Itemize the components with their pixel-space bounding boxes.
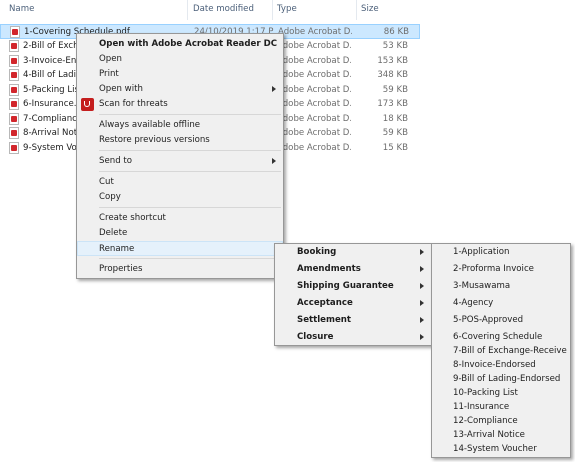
file-size: 86 KB — [383, 27, 409, 37]
file-type: Adobe Acrobat D... — [277, 41, 351, 51]
pdf-file-icon — [10, 26, 20, 38]
rename-option[interactable]: 13-Arrival Notice — [432, 428, 570, 443]
menu-divider — [99, 114, 281, 115]
menu-send-to[interactable]: Send to — [77, 154, 283, 169]
menu-divider — [99, 207, 281, 208]
menu-delete[interactable]: Delete — [77, 226, 283, 241]
category-submenu: Booking Amendments Shipping Guarantee Ac… — [274, 243, 432, 346]
menu-properties[interactable]: Properties — [77, 262, 283, 277]
pdf-file-icon — [9, 69, 19, 81]
file-size: 53 KB — [382, 41, 408, 51]
file-type: Adobe Acrobat D... — [278, 27, 352, 37]
menu-open[interactable]: Open — [77, 52, 283, 67]
chevron-right-icon — [420, 317, 424, 323]
context-menu: Open with Adobe Acrobat Reader DC Open P… — [76, 33, 284, 279]
pdf-file-icon — [9, 127, 19, 139]
rename-option[interactable]: 3-Musawama — [432, 279, 570, 294]
pdf-file-icon — [9, 83, 19, 96]
menu-rename[interactable]: Rename — [77, 241, 283, 256]
file-size: 18 KB — [382, 113, 408, 124]
column-type[interactable]: Type — [277, 4, 297, 14]
rename-option[interactable]: 5-POS-Approved — [432, 313, 570, 328]
submenu-acceptance[interactable]: Acceptance — [275, 296, 431, 311]
file-size: 15 KB — [382, 142, 408, 153]
menu-divider — [99, 171, 281, 172]
column-divider[interactable] — [272, 0, 273, 20]
shield-icon — [81, 98, 94, 111]
file-type: Adobe Acrobat D... — [277, 70, 351, 80]
pdf-file-icon — [9, 141, 19, 154]
menu-always-available-offline[interactable]: Always available offline — [77, 118, 283, 133]
rename-option[interactable]: 6-Covering Schedule — [432, 330, 570, 345]
file-type: Adobe Acrobat D... — [277, 142, 351, 153]
chevron-right-icon — [420, 300, 424, 306]
rename-option[interactable]: 4-Agency — [432, 296, 570, 311]
rename-option[interactable]: 11-Insurance — [432, 400, 570, 415]
menu-open-with-acrobat[interactable]: Open with Adobe Acrobat Reader DC — [77, 37, 283, 52]
submenu-amendments[interactable]: Amendments — [275, 262, 431, 277]
chevron-right-icon — [420, 283, 424, 289]
submenu-closure[interactable]: Closure — [275, 330, 431, 345]
rename-option[interactable]: 1-Application — [432, 245, 570, 260]
rename-option[interactable]: 14-System Voucher — [432, 442, 570, 457]
file-size: 59 KB — [382, 128, 408, 138]
menu-divider — [99, 150, 281, 151]
menu-copy[interactable]: Copy — [77, 190, 283, 205]
column-size[interactable]: Size — [361, 4, 379, 14]
column-divider[interactable] — [187, 0, 188, 20]
submenu-booking[interactable]: Booking — [275, 245, 431, 260]
menu-open-with[interactable]: Open with — [77, 82, 283, 97]
file-size: 153 KB — [377, 55, 408, 66]
column-header: Name Date modified Type Size — [0, 0, 575, 20]
rename-option[interactable]: 9-Bill of Lading-Endorsed — [432, 372, 570, 387]
file-size: 59 KB — [382, 84, 408, 95]
rename-option[interactable]: 12-Compliance — [432, 414, 570, 429]
rename-option[interactable]: 8-Invoice-Endorsed — [432, 358, 570, 373]
file-type: Adobe Acrobat D... — [277, 55, 351, 66]
file-type: Adobe Acrobat D... — [277, 99, 351, 109]
rename-option[interactable]: 10-Packing List — [432, 386, 570, 401]
menu-create-shortcut[interactable]: Create shortcut — [77, 211, 283, 226]
file-type: Adobe Acrobat D... — [277, 84, 351, 95]
rename-option[interactable]: 2-Proforma Invoice — [432, 262, 570, 277]
rename-option[interactable]: 7-Bill of Exchange-Receive — [432, 344, 570, 359]
file-type: Adobe Acrobat D... — [277, 128, 351, 138]
file-type: Adobe Acrobat D... — [277, 113, 351, 124]
submenu-shipping-guarantee[interactable]: Shipping Guarantee — [275, 279, 431, 294]
menu-restore-previous-versions[interactable]: Restore previous versions — [77, 133, 283, 148]
pdf-file-icon — [9, 54, 19, 67]
chevron-right-icon — [420, 334, 424, 340]
column-divider[interactable] — [356, 0, 357, 20]
menu-scan-for-threats[interactable]: Scan for threats — [77, 97, 283, 112]
column-name[interactable]: Name — [9, 4, 34, 14]
chevron-right-icon — [420, 266, 424, 272]
column-date-modified[interactable]: Date modified — [193, 4, 254, 14]
menu-print[interactable]: Print — [77, 67, 283, 82]
submenu-settlement[interactable]: Settlement — [275, 313, 431, 328]
menu-divider — [99, 258, 281, 259]
pdf-file-icon — [9, 112, 19, 125]
chevron-right-icon — [272, 86, 276, 92]
file-size: 348 KB — [377, 70, 408, 80]
chevron-right-icon — [272, 158, 276, 164]
pdf-file-icon — [9, 40, 19, 52]
pdf-file-icon — [9, 98, 19, 110]
rename-options-submenu: 1-Application 2-Proforma Invoice 3-Musaw… — [431, 243, 571, 458]
menu-cut[interactable]: Cut — [77, 175, 283, 190]
file-size: 173 KB — [377, 99, 408, 109]
chevron-right-icon — [420, 249, 424, 255]
